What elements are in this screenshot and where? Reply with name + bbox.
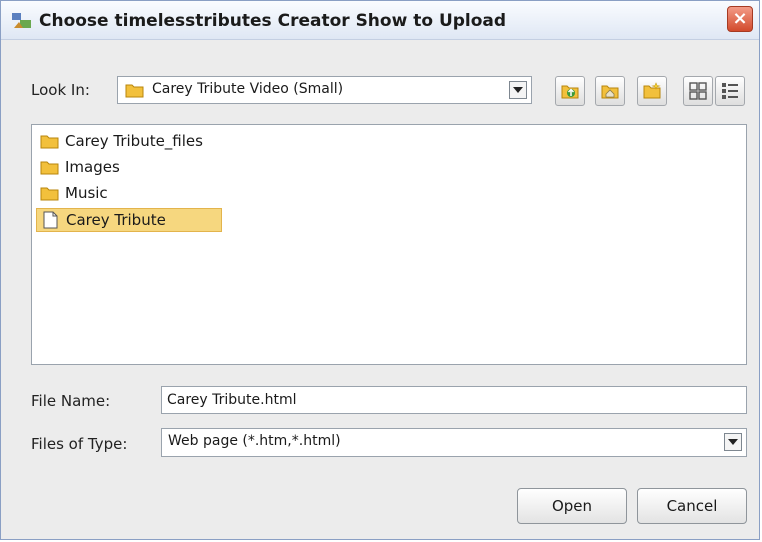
file-name-input[interactable] bbox=[161, 386, 747, 414]
new-folder-button[interactable] bbox=[637, 76, 667, 106]
file-chooser-dialog: Choose timelesstributes Creator Show to … bbox=[0, 0, 760, 540]
file-name: Images bbox=[65, 158, 120, 176]
title-bar: Choose timelesstributes Creator Show to … bbox=[1, 1, 759, 40]
file-list[interactable]: Carey Tribute_files Images Music Carey T… bbox=[31, 124, 747, 365]
file-name-label: File Name: bbox=[31, 392, 111, 410]
file-name: Carey Tribute bbox=[66, 211, 166, 229]
file-type-dropdown[interactable]: Web page (*.htm,*.html) bbox=[161, 428, 747, 457]
folder-icon bbox=[40, 161, 59, 175]
folder-icon bbox=[40, 135, 59, 149]
dialog-title: Choose timelesstributes Creator Show to … bbox=[39, 11, 507, 31]
look-in-label: Look In: bbox=[31, 81, 90, 99]
file-name: Carey Tribute_files bbox=[65, 132, 203, 150]
list-item-selected[interactable]: Carey Tribute bbox=[36, 208, 222, 232]
look-in-value: Carey Tribute Video (Small) bbox=[152, 81, 344, 97]
open-button[interactable]: Open bbox=[517, 488, 627, 524]
chevron-down-icon[interactable] bbox=[724, 433, 742, 451]
document-icon bbox=[43, 211, 58, 229]
list-view-button[interactable] bbox=[683, 76, 713, 106]
file-name: Music bbox=[65, 184, 108, 202]
home-button[interactable] bbox=[595, 76, 625, 106]
file-type-value: Web page (*.htm,*.html) bbox=[168, 433, 341, 449]
up-folder-button[interactable] bbox=[555, 76, 585, 106]
folder-icon bbox=[125, 81, 145, 103]
file-type-label: Files of Type: bbox=[31, 435, 128, 453]
details-view-button[interactable] bbox=[715, 76, 745, 106]
chevron-down-icon[interactable] bbox=[509, 81, 527, 99]
folder-icon bbox=[40, 187, 59, 201]
close-button[interactable]: × bbox=[727, 6, 753, 32]
app-icon bbox=[11, 10, 33, 32]
look-in-dropdown[interactable]: Carey Tribute Video (Small) bbox=[117, 76, 532, 104]
cancel-button[interactable]: Cancel bbox=[637, 488, 747, 524]
